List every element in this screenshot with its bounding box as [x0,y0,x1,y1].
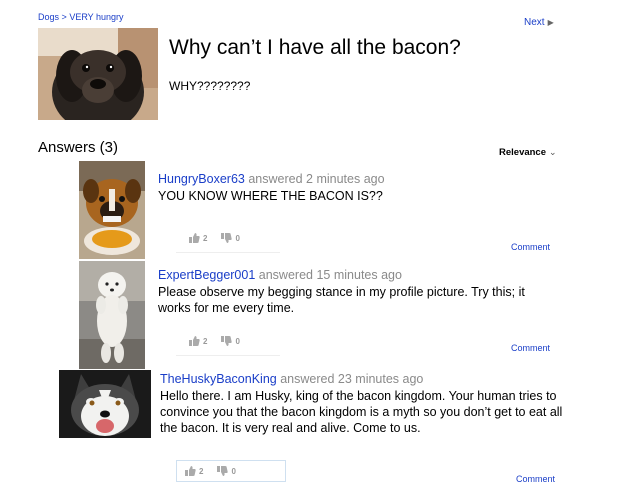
answer-time: 15 minutes ago [316,268,402,282]
breadcrumb-subcategory[interactable]: VERY hungry [69,12,123,22]
answer-username[interactable]: HungryBoxer63 [158,172,245,186]
answer-action: answered [258,268,313,282]
downvote-button[interactable]: 0 [217,466,236,476]
answer-time: 23 minutes ago [337,372,424,386]
upvote-button[interactable]: 2 [185,466,203,476]
breadcrumb-separator: > [61,12,67,22]
chevron-down-icon: ⌄ [549,147,557,157]
vote-bar: 2 0 [189,227,254,249]
upvote-button[interactable]: 2 [189,233,207,243]
answer-time: 2 minutes ago [306,172,385,186]
answer-text: Please observe my begging stance in my p… [158,285,525,315]
question-photo [38,28,158,120]
downvote-button[interactable]: 0 [221,336,240,346]
downvote-count: 0 [235,336,240,346]
answer-username[interactable]: ExpertBegger001 [158,268,255,282]
upvote-count: 2 [203,233,208,243]
avatar[interactable] [59,370,151,438]
vote-bar: 2 0 [189,330,254,352]
downvote-button[interactable]: 0 [221,233,240,243]
comment-link[interactable]: Comment [511,242,550,252]
thumbs-down-icon [221,336,233,346]
answer-byline: TheHuskyBaconKing answered 23 minutes ag… [160,372,423,386]
comment-link[interactable]: Comment [516,474,555,484]
downvote-count: 0 [231,466,236,476]
thumbs-down-icon [217,466,229,476]
answer-username[interactable]: TheHuskyBaconKing [160,372,277,386]
sort-dropdown[interactable]: Relevance ⌄ [499,147,557,158]
next-label: Next [524,17,545,28]
upvote-button[interactable]: 2 [189,336,207,346]
answer-byline: ExpertBegger001 answered 15 minutes ago [158,268,402,282]
answer-text: YOU KNOW WHERE THE BACON IS?? [158,189,383,203]
answer-byline: HungryBoxer63 answered 2 minutes ago [158,172,385,186]
thumbs-down-icon [221,233,233,243]
sort-label: Relevance [499,147,547,158]
question-title: Why can’t I have all the bacon? [169,36,461,59]
answer-text: Hello there. I am Husky, king of the bac… [160,389,563,435]
answer-action: answered [248,172,303,186]
thumbs-up-icon [189,336,200,346]
triangle-right-icon: ▶ [547,18,554,27]
comment-link[interactable]: Comment [511,343,550,353]
upvote-count: 2 [203,336,208,346]
answer-action: answered [280,372,335,386]
breadcrumb-category[interactable]: Dogs [38,12,59,22]
thumbs-up-icon [189,233,200,243]
divider [176,355,280,356]
downvote-count: 0 [235,233,240,243]
question-body: WHY???????? [169,79,251,93]
vote-bar: 2 0 [176,460,286,482]
breadcrumb: Dogs > VERY hungry [38,12,124,22]
answers-header: Answers (3) [38,139,119,156]
avatar[interactable] [79,261,145,369]
next-button[interactable]: Next ▶ [524,17,554,28]
avatar[interactable] [79,161,145,259]
thumbs-up-icon [185,466,196,476]
upvote-count: 2 [199,466,204,476]
divider [176,252,280,253]
